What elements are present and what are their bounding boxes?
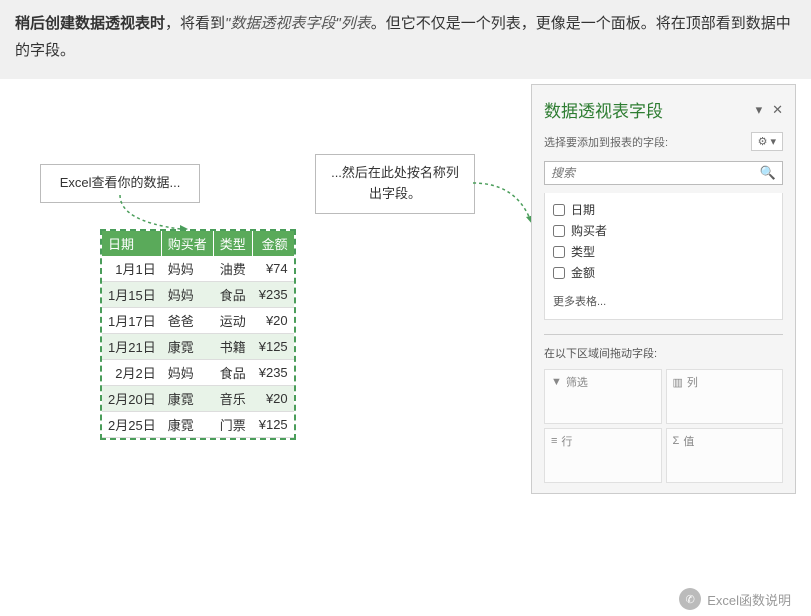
table-cell: 门票 [214, 412, 253, 438]
table-cell: 1月17日 [102, 308, 162, 334]
field-label: 金额 [571, 264, 595, 281]
table-row: 1月21日康霓书籍¥125 [102, 334, 294, 360]
field-checkbox[interactable] [553, 246, 565, 258]
field-checkbox[interactable] [553, 267, 565, 279]
dropdown-icon[interactable]: ▾ [756, 102, 763, 118]
rows-zone[interactable]: ≡行 [544, 428, 662, 483]
rows-icon: ≡ [551, 435, 557, 447]
col-header-amount: 金额 [253, 231, 294, 256]
table-cell: 书籍 [214, 334, 253, 360]
field-checkbox[interactable] [553, 204, 565, 216]
col-header-date: 日期 [102, 231, 162, 256]
table-cell: 1月21日 [102, 334, 162, 360]
table-cell: 妈妈 [162, 282, 214, 308]
table-cell: ¥125 [253, 334, 294, 360]
table-cell: ¥125 [253, 412, 294, 438]
table-row: 1月17日爸爸运动¥20 [102, 308, 294, 334]
table-cell: 食品 [214, 282, 253, 308]
settings-button[interactable]: ⚙ ▾ [751, 132, 783, 151]
desc-bold: 稍后创建数据透视表时 [15, 15, 165, 32]
wechat-icon: ✆ [679, 588, 701, 610]
footer-text: Excel函数说明 [707, 590, 791, 609]
table-header-row: 日期 购买者 类型 金额 [102, 231, 294, 256]
source-data-table: 日期 购买者 类型 金额 1月1日妈妈油费¥741月15日妈妈食品¥2351月1… [100, 229, 296, 440]
table-cell: 妈妈 [162, 360, 214, 386]
chevron-down-icon: ▾ [770, 135, 776, 148]
table-cell: 妈妈 [162, 256, 214, 282]
search-input[interactable] [545, 162, 754, 184]
table-cell: 1月15日 [102, 282, 162, 308]
table-cell: 康霓 [162, 412, 214, 438]
columns-zone[interactable]: ▥列 [666, 369, 784, 424]
table-cell: ¥20 [253, 308, 294, 334]
gear-icon: ⚙ [758, 135, 768, 148]
table-cell: 运动 [214, 308, 253, 334]
callout-fields-listed: ...然后在此处按名称列出字段。 [315, 154, 475, 214]
footer-credit: ✆ Excel函数说明 [679, 588, 791, 610]
values-icon: Σ [673, 435, 680, 447]
description-text: 稍后创建数据透视表时，将看到"数据透视表字段"列表。但它不仅是一个列表，更像是一… [0, 0, 811, 79]
field-label: 日期 [571, 201, 595, 218]
field-label: 购买者 [571, 222, 607, 239]
field-item[interactable]: 购买者 [553, 220, 774, 241]
desc-italic: "数据透视表字段"列表 [225, 15, 371, 32]
table-cell: 爸爸 [162, 308, 214, 334]
filter-zone[interactable]: ▼筛选 [544, 369, 662, 424]
table-cell: 食品 [214, 360, 253, 386]
field-label: 类型 [571, 243, 595, 260]
field-item[interactable]: 类型 [553, 241, 774, 262]
table-row: 1月15日妈妈食品¥235 [102, 282, 294, 308]
values-zone[interactable]: Σ值 [666, 428, 784, 483]
col-header-buyer: 购买者 [162, 231, 214, 256]
field-checkbox[interactable] [553, 225, 565, 237]
divider [544, 334, 783, 335]
search-box[interactable]: 🔍 [544, 161, 783, 185]
table-cell: 油费 [214, 256, 253, 282]
col-header-type: 类型 [214, 231, 253, 256]
callout-excel-data: Excel查看你的数据... [40, 164, 200, 203]
table-cell: ¥235 [253, 282, 294, 308]
pivot-pane-title: 数据透视表字段 [544, 97, 663, 122]
table-cell: 2月2日 [102, 360, 162, 386]
search-icon[interactable]: 🔍 [754, 165, 782, 181]
columns-icon: ▥ [673, 376, 683, 389]
pivot-pane-title-row: 数据透视表字段 ▾ ✕ [544, 97, 783, 122]
table-row: 2月2日妈妈食品¥235 [102, 360, 294, 386]
main-area: Excel查看你的数据... ...然后在此处按名称列出字段。 日期 购买者 类… [0, 79, 811, 99]
pivot-fields-pane: 数据透视表字段 ▾ ✕ 选择要添加到报表的字段: ⚙ ▾ 🔍 日期购买者类型金额… [531, 84, 796, 494]
drag-instruction: 在以下区域间拖动字段: [544, 345, 783, 361]
table-cell: 2月25日 [102, 412, 162, 438]
pivot-subtitle-row: 选择要添加到报表的字段: ⚙ ▾ [544, 132, 783, 151]
table-cell: 音乐 [214, 386, 253, 412]
close-icon[interactable]: ✕ [772, 102, 783, 118]
table-cell: ¥20 [253, 386, 294, 412]
drop-zones: ▼筛选 ▥列 ≡行 Σ值 [544, 369, 783, 483]
table-cell: 康霓 [162, 334, 214, 360]
table-cell: ¥74 [253, 256, 294, 282]
table-row: 2月25日康霓门票¥125 [102, 412, 294, 438]
table-row: 1月1日妈妈油费¥74 [102, 256, 294, 282]
table-cell: 2月20日 [102, 386, 162, 412]
table-cell: 康霓 [162, 386, 214, 412]
field-list: 日期购买者类型金额 更多表格... [544, 193, 783, 320]
table-cell: 1月1日 [102, 256, 162, 282]
field-item[interactable]: 金额 [553, 262, 774, 283]
field-item[interactable]: 日期 [553, 199, 774, 220]
pivot-subtitle: 选择要添加到报表的字段: [544, 134, 668, 150]
table-cell: ¥235 [253, 360, 294, 386]
filter-icon: ▼ [551, 376, 562, 388]
more-tables-link[interactable]: 更多表格... [553, 293, 774, 313]
table-row: 2月20日康霓音乐¥20 [102, 386, 294, 412]
